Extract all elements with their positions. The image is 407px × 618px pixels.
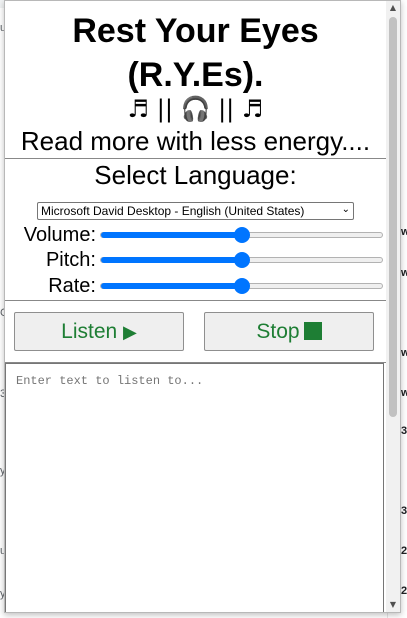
app-title: Rest Your Eyes (R.Y.Es). [5,9,386,97]
scroll-up-icon[interactable]: ▲ [386,1,400,15]
background-text: w [401,226,407,238]
volume-label: Volume: [23,224,96,246]
background-text: w [401,387,407,399]
background-text: 2 [401,545,407,557]
divider [5,300,386,301]
volume-slider-fill [101,232,242,238]
scrollbar[interactable]: ▲ ▼ [386,1,400,612]
pitch-slider-fill [101,257,242,263]
scrollbar-thumb[interactable] [389,17,397,417]
rate-slider-thumb[interactable] [233,278,250,294]
text-input[interactable] [5,363,384,612]
volume-slider[interactable] [100,227,383,243]
volume-row: Volume: [5,223,386,247]
background-text: 3 [401,425,407,437]
rate-slider-fill [101,283,242,289]
popup-content: Rest Your Eyes (R.Y.Es). ♬ || 🎧 || ♬ Rea… [5,1,386,612]
stop-button[interactable]: Stop [204,312,374,351]
app-title-line2: (R.Y.Es). [127,56,264,94]
pitch-slider[interactable] [100,252,383,268]
extension-popup: Rest Your Eyes (R.Y.Es). ♬ || 🎧 || ♬ Rea… [4,0,401,613]
voice-select[interactable]: Microsoft David Desktop - English (Unite… [37,202,354,220]
background-text: 3 [401,505,407,517]
volume-slider-thumb[interactable] [233,227,250,243]
rate-label: Rate: [48,275,96,297]
background-text: w [401,347,407,359]
tagline: Read more with less energy.... [20,126,371,156]
background-text: w [401,267,407,279]
music-headphones-icons: ♬ || 🎧 || ♬ [127,95,264,123]
pitch-label: Pitch: [45,249,96,271]
play-icon: ▶ [123,322,137,343]
select-language-label: Select Language: [94,160,297,190]
listen-button[interactable]: Listen ▶ [14,312,184,351]
pitch-slider-thumb[interactable] [233,252,250,268]
scroll-down-icon[interactable]: ▼ [386,598,400,612]
pitch-row: Pitch: [5,248,386,272]
voice-select-value: Microsoft David Desktop - English (Unite… [41,204,305,218]
background-text: 2 [401,585,407,597]
app-title-line1: Rest Your Eyes [72,12,319,50]
chevron-down-icon: ⌄ [341,204,350,215]
stop-icon [303,322,322,340]
stop-button-label: Stop [256,320,300,343]
rate-row: Rate: [5,274,386,298]
listen-button-label: Listen [61,320,124,343]
rate-slider[interactable] [100,278,383,294]
